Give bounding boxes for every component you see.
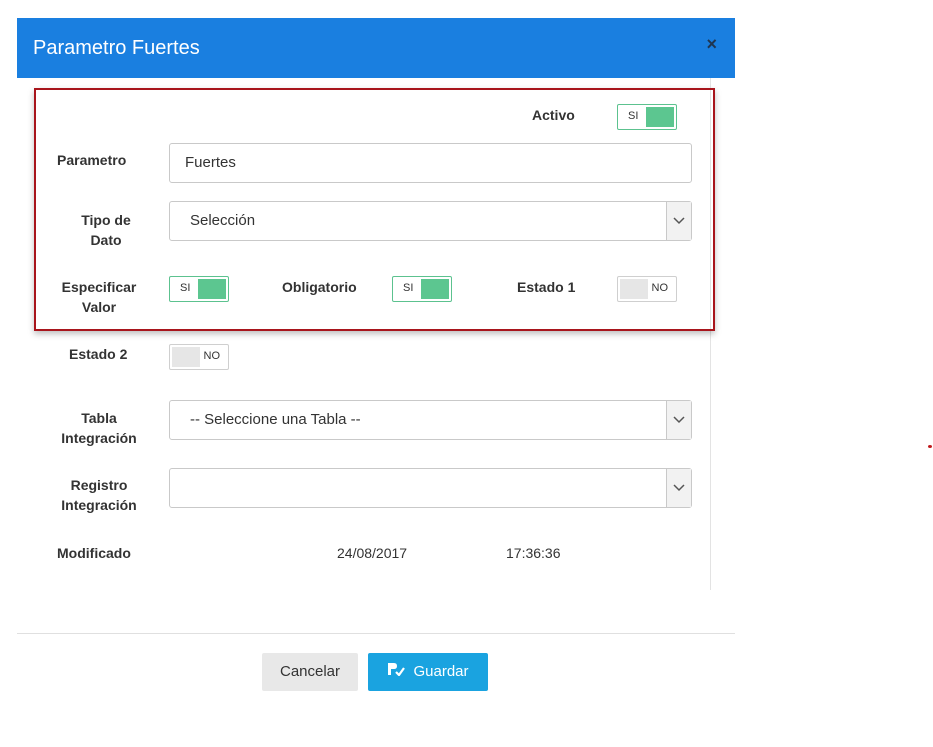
modal-title: Parametro Fuertes bbox=[33, 37, 200, 59]
tipo-dato-label-line2: Dato bbox=[90, 232, 122, 248]
registro-integracion-label: Registro Integración bbox=[54, 475, 144, 515]
toggle-knob bbox=[421, 279, 449, 299]
tabla-integracion-label: Tabla Integración bbox=[54, 408, 144, 448]
cancel-button[interactable]: Cancelar bbox=[262, 653, 358, 691]
estado2-label: Estado 2 bbox=[69, 346, 128, 362]
parametro-label: Parametro bbox=[57, 152, 127, 168]
especificar-valor-toggle[interactable]: SI bbox=[169, 276, 229, 302]
tabla-label-line1: Tabla bbox=[81, 410, 117, 426]
estado1-toggle-text: NO bbox=[651, 282, 669, 294]
red-annotation-mark bbox=[928, 445, 932, 448]
chevron-down-icon bbox=[666, 202, 691, 240]
obligatorio-label: Obligatorio bbox=[282, 279, 357, 295]
tabla-integracion-select[interactable]: -- Seleccione una Tabla -- bbox=[169, 400, 692, 440]
registro-label-line2: Integración bbox=[61, 497, 137, 513]
especificar-valor-label: Especificar Valor bbox=[54, 277, 144, 317]
tipo-dato-value: Selección bbox=[190, 212, 256, 229]
estado1-toggle[interactable]: NO bbox=[617, 276, 677, 302]
parametro-modal: Parametro Fuertes × Activo SI Parametro … bbox=[17, 18, 735, 747]
activo-toggle[interactable]: SI bbox=[617, 104, 677, 130]
especificar-toggle-text: SI bbox=[180, 282, 191, 294]
toggle-knob bbox=[646, 107, 674, 127]
tabla-integracion-value: -- Seleccione una Tabla -- bbox=[190, 411, 361, 428]
obligatorio-toggle[interactable]: SI bbox=[392, 276, 452, 302]
modificado-label: Modificado bbox=[57, 545, 131, 561]
especificar-label-line2: Valor bbox=[81, 299, 117, 315]
close-icon[interactable]: × bbox=[706, 34, 717, 55]
tipo-dato-label: Tipo de Dato bbox=[67, 210, 145, 250]
chevron-down-icon bbox=[666, 401, 691, 439]
obligatorio-toggle-text: SI bbox=[403, 282, 414, 294]
toggle-knob bbox=[620, 279, 648, 299]
footer-divider bbox=[17, 633, 735, 634]
estado2-toggle[interactable]: NO bbox=[169, 344, 229, 370]
activo-toggle-text: SI bbox=[628, 110, 639, 122]
chevron-down-icon bbox=[666, 469, 691, 507]
toggle-knob bbox=[172, 347, 200, 367]
modificado-date: 24/08/2017 bbox=[337, 545, 408, 561]
save-icon bbox=[387, 653, 406, 691]
modal-header: Parametro Fuertes × bbox=[17, 18, 735, 78]
save-button-label: Guardar bbox=[413, 663, 469, 680]
toggle-knob bbox=[198, 279, 226, 299]
tipo-dato-label-line1: Tipo de bbox=[81, 212, 131, 228]
registro-integracion-select[interactable] bbox=[169, 468, 692, 508]
registro-label-line1: Registro bbox=[70, 477, 128, 493]
tabla-label-line2: Integración bbox=[61, 430, 137, 446]
activo-label: Activo bbox=[532, 107, 575, 123]
tipo-dato-select[interactable]: Selección bbox=[169, 201, 692, 241]
modificado-time: 17:36:36 bbox=[506, 545, 561, 561]
estado2-toggle-text: NO bbox=[203, 350, 221, 362]
especificar-label-line1: Especificar bbox=[61, 279, 137, 295]
save-button[interactable]: Guardar bbox=[368, 653, 488, 691]
estado1-label: Estado 1 bbox=[517, 279, 576, 295]
parametro-input[interactable]: Fuertes bbox=[169, 143, 692, 183]
